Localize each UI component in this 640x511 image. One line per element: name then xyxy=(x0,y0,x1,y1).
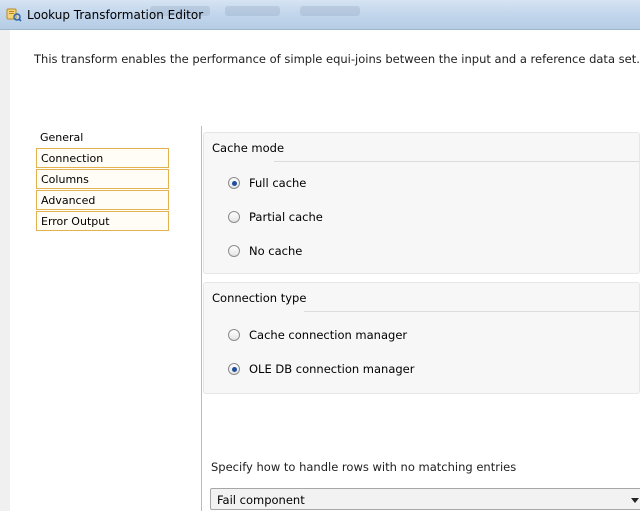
radio-label: Partial cache xyxy=(249,210,323,224)
radio-button[interactable] xyxy=(228,211,240,223)
nav-item-label: Columns xyxy=(41,173,89,186)
radio-cache-connection-manager[interactable]: Cache connection manager xyxy=(228,327,407,343)
cache-mode-title: Cache mode xyxy=(212,141,285,155)
radio-button-checked[interactable] xyxy=(228,177,240,189)
window-title: Lookup Transformation Editor xyxy=(27,8,204,22)
page-navigation: General Connection Columns Advanced Erro… xyxy=(32,126,202,511)
lookup-editor-window: Lookup Transformation Editor This transf… xyxy=(0,0,640,511)
radio-label: OLE DB connection manager xyxy=(249,362,415,376)
radio-full-cache[interactable]: Full cache xyxy=(228,175,306,191)
nav-item-connection[interactable]: Connection xyxy=(36,148,169,168)
nav-item-label: Connection xyxy=(41,152,104,165)
connection-type-title: Connection type xyxy=(212,291,307,305)
connection-type-group: Connection type Cache connection manager… xyxy=(203,282,640,394)
no-match-instruction: Specify how to handle rows with no match… xyxy=(211,460,517,474)
nav-item-label: General xyxy=(40,131,84,144)
nav-item-label: Error Output xyxy=(41,215,110,228)
radio-partial-cache[interactable]: Partial cache xyxy=(228,209,323,225)
description-panel: This transform enables the performance o… xyxy=(10,30,640,116)
general-page-content: Cache mode Full cache Partial cache No c… xyxy=(203,126,640,511)
nav-item-advanced[interactable]: Advanced xyxy=(36,190,169,210)
titlebar-background-blur xyxy=(300,6,360,16)
chevron-down-icon[interactable] xyxy=(631,498,639,503)
radio-no-cache[interactable]: No cache xyxy=(228,243,302,259)
radio-button-checked[interactable] xyxy=(228,363,240,375)
editor-body: General Connection Columns Advanced Erro… xyxy=(10,116,640,511)
lookup-transform-icon xyxy=(6,8,22,22)
group-divider xyxy=(304,311,639,312)
nav-item-general[interactable]: General xyxy=(36,128,169,148)
nav-item-error-output[interactable]: Error Output xyxy=(36,211,169,231)
title-bar[interactable]: Lookup Transformation Editor xyxy=(0,0,640,30)
no-match-handling-dropdown[interactable]: Fail component xyxy=(210,488,640,510)
group-divider xyxy=(274,161,639,162)
dropdown-selected-value: Fail component xyxy=(217,493,305,507)
nav-item-label: Advanced xyxy=(41,194,96,207)
titlebar-background-blur xyxy=(225,6,280,16)
cache-mode-group: Cache mode Full cache Partial cache No c… xyxy=(203,132,640,274)
radio-label: Full cache xyxy=(249,176,307,190)
nav-item-columns[interactable]: Columns xyxy=(36,169,169,189)
transform-description: This transform enables the performance o… xyxy=(34,52,640,66)
radio-button[interactable] xyxy=(228,245,240,257)
radio-ole-db-connection-manager[interactable]: OLE DB connection manager xyxy=(228,361,415,377)
radio-label: Cache connection manager xyxy=(249,328,408,342)
radio-button[interactable] xyxy=(228,329,240,341)
radio-label: No cache xyxy=(249,244,303,258)
